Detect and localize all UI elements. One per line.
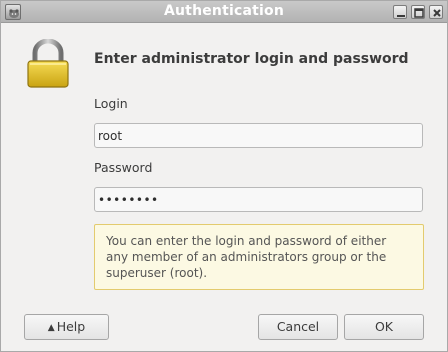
- dialog-heading: Enter administrator login and password: [94, 51, 409, 67]
- login-label: Login: [94, 96, 128, 111]
- cancel-button[interactable]: Cancel: [258, 314, 338, 340]
- login-field[interactable]: [94, 123, 423, 148]
- title-bar[interactable]: Authentication: [1, 1, 447, 23]
- password-field[interactable]: [94, 187, 423, 212]
- auth-dialog-window: Authentication Enter administrator login…: [0, 0, 448, 352]
- close-icon: [433, 9, 441, 17]
- password-label: Password: [94, 160, 153, 175]
- help-button-label: Help: [56, 319, 86, 334]
- minimize-icon: [397, 15, 405, 17]
- close-button[interactable]: [429, 5, 443, 19]
- window-title: Authentication: [163, 3, 285, 19]
- triangle-up-icon: ▲: [47, 323, 55, 333]
- ok-button[interactable]: OK: [344, 314, 424, 340]
- maximize-button[interactable]: [411, 5, 425, 19]
- lock-icon: [27, 39, 69, 88]
- maximize-icon: [414, 8, 424, 18]
- help-button[interactable]: ▲ Help: [24, 314, 109, 340]
- info-message: You can enter the login and password of …: [94, 224, 424, 290]
- minimize-button[interactable]: [393, 5, 407, 19]
